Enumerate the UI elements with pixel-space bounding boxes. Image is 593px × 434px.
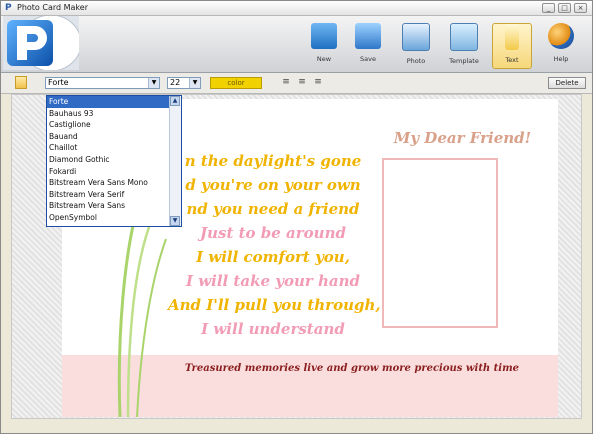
folder-icon: [311, 23, 337, 49]
maximize-button[interactable]: □: [558, 3, 571, 13]
toolbar-text-button[interactable]: Text: [492, 23, 532, 69]
toolbar-new-label: New: [316, 55, 332, 63]
toolbar-photo-button[interactable]: Photo: [396, 23, 436, 69]
scroll-down-icon[interactable]: ▼: [170, 216, 180, 226]
app-logo: [3, 16, 79, 70]
close-button[interactable]: ×: [574, 3, 587, 13]
font-size-select[interactable]: 22 ▼: [167, 77, 201, 89]
font-option[interactable]: Bitstream Vera Sans Mono: [47, 177, 169, 189]
delete-button[interactable]: Delete: [548, 77, 586, 89]
title-bar[interactable]: P Photo Card Maker _ □ ×: [1, 1, 592, 16]
font-option[interactable]: Diamond Gothic: [47, 154, 169, 166]
text-icon: [505, 24, 519, 50]
color-button[interactable]: color: [210, 77, 262, 89]
window-title: Photo Card Maker: [17, 3, 88, 12]
template-icon: [450, 23, 478, 51]
toolbar-help-label: Help: [553, 55, 569, 63]
card-bottom-text[interactable]: Treasured memories live and grow more pr…: [172, 363, 532, 374]
chevron-down-icon[interactable]: ▼: [148, 78, 159, 88]
font-option[interactable]: Bauhaus 93: [47, 108, 169, 120]
poem-line: n the daylight's gone: [184, 152, 362, 170]
app-icon: P: [5, 3, 12, 13]
toolbar-new-button[interactable]: New: [304, 23, 344, 69]
toolbar-save-label: Save: [360, 55, 376, 63]
help-globe-icon: [548, 23, 574, 49]
font-option[interactable]: OpenSymbol: [47, 212, 169, 224]
toolbar-help-button[interactable]: Help: [541, 23, 581, 69]
align-right-icon[interactable]: ≡: [313, 77, 323, 88]
toolbar-save-button[interactable]: Save: [348, 23, 388, 69]
poem-line: d you're on your own: [185, 176, 361, 194]
photo-icon: [402, 23, 430, 51]
poem-line: nd you need a friend: [186, 200, 360, 218]
minimize-button[interactable]: _: [542, 3, 555, 13]
font-option[interactable]: Bauand: [47, 131, 169, 143]
poem-line: I will comfort you,: [196, 248, 350, 266]
toolbar-template-button[interactable]: Template: [444, 23, 484, 69]
align-left-icon[interactable]: ≡: [281, 77, 291, 88]
toolbar-photo-label: Photo: [406, 57, 426, 65]
toolbar-text-label: Text: [505, 56, 519, 64]
font-dropdown-list[interactable]: Forte Bauhaus 93 Castiglione Bauand Chaillot…: [46, 95, 182, 227]
font-option[interactable]: Castiglione: [47, 119, 169, 131]
save-icon: [355, 23, 381, 49]
font-option[interactable]: Forte: [47, 96, 169, 108]
photo-frame[interactable]: [382, 158, 498, 328]
font-size-value: 22: [170, 78, 181, 87]
toolbar-template-label: Template: [449, 57, 479, 65]
poem-text[interactable]: n the daylight's gone d you're on your o…: [168, 149, 381, 341]
poem-line: Just to be around: [200, 224, 346, 242]
format-bar: Forte ▼ 22 ▼ color ≡ ≡ ≡ Delete: [1, 73, 592, 94]
main-toolbar: New Save Photo Template Text Help: [1, 16, 592, 73]
greeting-text[interactable]: My Dear Friend!: [370, 129, 555, 147]
align-center-icon[interactable]: ≡: [297, 77, 307, 88]
poem-line: And I'll pull you through,: [168, 296, 381, 314]
font-option[interactable]: Fokardi: [47, 166, 169, 178]
poem-line: I will understand: [201, 320, 345, 338]
text-tool-icon: [15, 76, 27, 89]
font-select-value: Forte: [48, 78, 69, 87]
chevron-down-icon[interactable]: ▼: [189, 78, 200, 88]
font-option[interactable]: Bitstream Vera Sans: [47, 200, 169, 212]
poem-line: I will take your hand: [185, 272, 361, 290]
font-option[interactable]: Chaillot: [47, 142, 169, 154]
font-list-scrollbar[interactable]: ▲ ▼: [169, 96, 181, 226]
font-select[interactable]: Forte ▼: [45, 77, 160, 89]
scroll-up-icon[interactable]: ▲: [170, 96, 180, 106]
font-option[interactable]: Bitstream Vera Serif: [47, 189, 169, 201]
app-window: P Photo Card Maker _ □ × New Save Photo …: [0, 0, 593, 434]
